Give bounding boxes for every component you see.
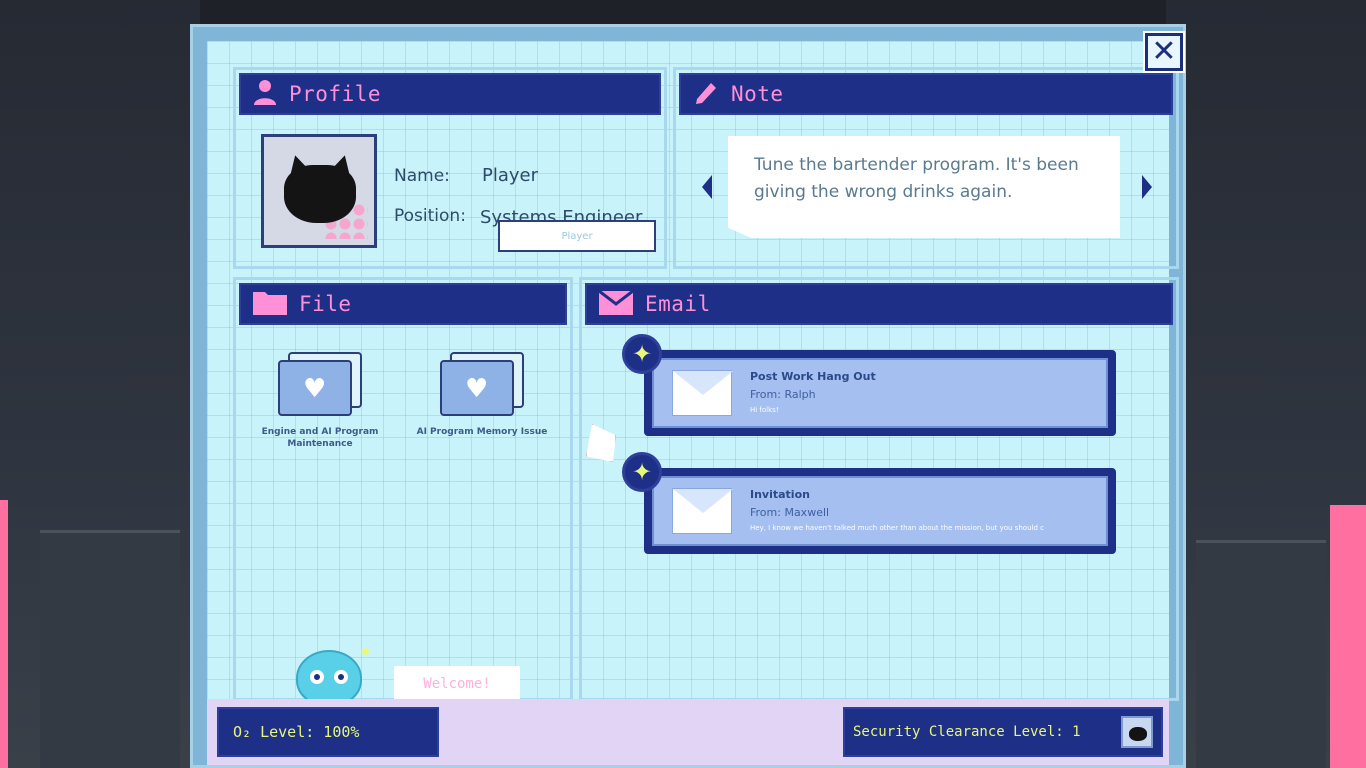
pencil-icon	[693, 79, 719, 109]
position-label: Position:	[394, 206, 466, 226]
profile-panel: Profile Name: Player Position: Systems E…	[233, 67, 667, 269]
email-panel: Email Post Work Hang Out From: Ralph Hi …	[579, 277, 1179, 701]
note-title: Note	[731, 82, 784, 106]
email-from: From: Maxwell	[750, 506, 830, 519]
close-button[interactable]: ✕	[1145, 33, 1183, 71]
user-icon	[253, 79, 277, 109]
player-avatar	[261, 134, 377, 248]
name-label: Name:	[394, 166, 450, 186]
cat-silhouette-icon	[284, 165, 356, 223]
bird-mascot-icon	[296, 650, 362, 706]
pointer-cursor-icon	[586, 424, 616, 462]
computer-monitor: Profile Name: Player Position: Systems E…	[190, 24, 1186, 768]
player-name-field[interactable]: Player	[498, 220, 656, 252]
name-value: Player	[482, 165, 539, 186]
envelope-icon	[672, 370, 733, 416]
cat-badge-icon	[1121, 716, 1153, 748]
pink-light-left	[0, 500, 8, 768]
email-preview: Hi folks!	[750, 406, 779, 414]
email-item[interactable]: Post Work Hang Out From: Ralph Hi folks!	[644, 350, 1116, 436]
door-right	[1196, 540, 1326, 768]
envelope-icon	[672, 488, 733, 534]
email-subject: Invitation	[750, 488, 810, 501]
note-prev-arrow-icon[interactable]	[702, 175, 712, 199]
file-header: File	[239, 283, 567, 325]
door-left	[40, 530, 180, 768]
folder-engine-ai-label: Engine and AI Program Maintenance	[261, 427, 379, 449]
note-next-arrow-icon[interactable]	[1142, 175, 1152, 199]
note-text: Tune the bartender program. It's been gi…	[754, 155, 1079, 202]
email-title: Email	[645, 292, 711, 316]
new-email-star-icon: ✦	[622, 452, 662, 492]
note-card: Tune the bartender program. It's been gi…	[728, 136, 1120, 238]
profile-title: Profile	[289, 82, 382, 106]
mascot-eye	[334, 670, 348, 684]
mascot-eye	[310, 670, 324, 684]
o2-level-indicator: O₂ Level: 100%	[217, 707, 439, 757]
email-item-inner: Post Work Hang Out From: Ralph Hi folks!	[652, 358, 1108, 428]
email-from: From: Ralph	[750, 388, 816, 401]
folder-engine-ai[interactable]: ♥	[278, 352, 362, 416]
file-panel: File ♥ Engine and AI Program Maintenance…	[233, 277, 573, 706]
pink-light-right	[1330, 505, 1366, 768]
room-ceiling	[0, 0, 1366, 26]
folder-ai-memory-label: AI Program Memory Issue	[416, 427, 548, 437]
email-subject: Post Work Hang Out	[750, 370, 876, 383]
email-item[interactable]: Invitation From: Maxwell Hey, I know we …	[644, 468, 1116, 554]
status-bar: O₂ Level: 100% Security Clearance Level:…	[207, 699, 1169, 765]
computer-screen: Profile Name: Player Position: Systems E…	[207, 41, 1179, 706]
security-clearance-text: Security Clearance Level: 1	[853, 724, 1081, 740]
broken-heart-icon: ♥	[303, 374, 327, 404]
broken-heart-icon: ♥	[465, 374, 489, 404]
envelope-icon	[598, 289, 634, 319]
profile-header: Profile	[239, 73, 661, 115]
folder-icon	[253, 289, 287, 319]
email-preview: Hey, I know we haven't talked much other…	[750, 524, 1044, 532]
note-panel: Note Tune the bartender program. It's be…	[673, 67, 1179, 269]
welcome-bubble: Welcome!	[394, 666, 520, 702]
email-header: Email	[585, 283, 1173, 325]
file-title: File	[299, 292, 352, 316]
sparkle-icon: ✦	[358, 642, 374, 663]
note-header: Note	[679, 73, 1173, 115]
new-email-star-icon: ✦	[622, 334, 662, 374]
security-clearance-indicator: Security Clearance Level: 1	[843, 707, 1163, 757]
email-item-inner: Invitation From: Maxwell Hey, I know we …	[652, 476, 1108, 546]
folder-ai-memory[interactable]: ♥	[440, 352, 524, 416]
